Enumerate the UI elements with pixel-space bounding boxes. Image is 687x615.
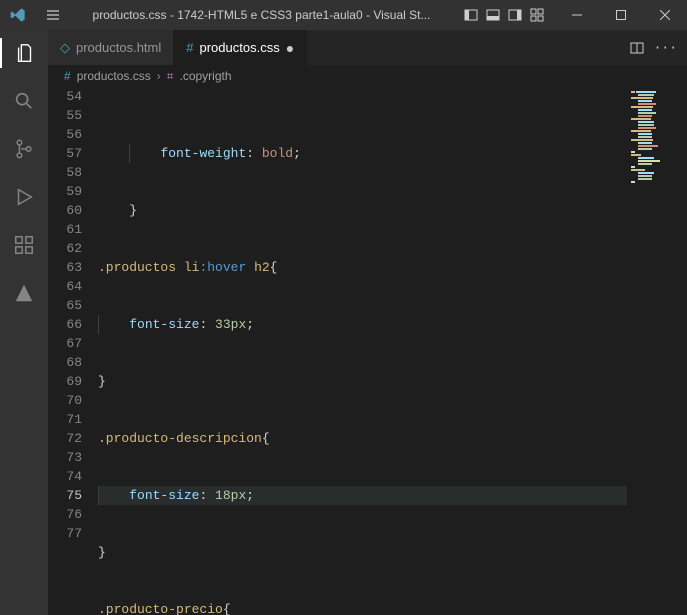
activity-bar — [0, 30, 48, 615]
toggle-panel-icon[interactable] — [483, 5, 503, 25]
line-number-gutter: 5455565758596061626364656667686970717273… — [48, 87, 98, 615]
code-editor[interactable]: font-weight: bold; } .productos li:hover… — [98, 87, 627, 615]
run-debug-icon[interactable] — [0, 182, 48, 212]
azure-icon[interactable] — [0, 278, 48, 308]
minimap[interactable] — [627, 87, 687, 615]
tab-productos-css[interactable]: # productos.css ● — [174, 30, 307, 65]
search-icon[interactable] — [0, 86, 48, 116]
split-editor-icon[interactable] — [630, 41, 644, 55]
minimize-button[interactable] — [555, 0, 599, 30]
customize-layout-icon[interactable] — [527, 5, 547, 25]
breadcrumb-file: productos.css — [77, 69, 151, 83]
tab-actions: ··· — [620, 30, 687, 65]
titlebar: productos.css - 1742-HTML5 e CSS3 parte1… — [0, 0, 687, 30]
breadcrumb[interactable]: # productos.css › ⌗ .copyrigth — [48, 65, 687, 87]
css-file-icon: # — [64, 69, 71, 83]
explorer-icon[interactable] — [0, 38, 48, 68]
tab-dirty-close-icon[interactable]: ● — [286, 40, 294, 56]
tab-productos-html[interactable]: ◇ productos.html — [48, 30, 174, 65]
window-controls — [555, 0, 687, 30]
extensions-icon[interactable] — [0, 230, 48, 260]
css-file-icon: # — [186, 40, 193, 55]
maximize-button[interactable] — [599, 0, 643, 30]
breadcrumb-symbol: .copyrigth — [180, 69, 232, 83]
window-title: productos.css - 1742-HTML5 e CSS3 parte1… — [70, 8, 453, 22]
layout-controls — [453, 5, 555, 25]
chevron-right-icon: › — [157, 69, 161, 83]
source-control-icon[interactable] — [0, 134, 48, 164]
toggle-secondary-icon[interactable] — [505, 5, 525, 25]
menu-button[interactable] — [35, 7, 70, 23]
symbol-icon: ⌗ — [167, 69, 174, 84]
tab-label: productos.html — [76, 40, 161, 55]
html-file-icon: ◇ — [60, 40, 70, 56]
more-actions-icon[interactable]: ··· — [654, 40, 677, 55]
close-button[interactable] — [643, 0, 687, 30]
vscode-logo-icon — [0, 7, 35, 23]
toggle-sidebar-icon[interactable] — [461, 5, 481, 25]
tab-label: productos.css — [200, 40, 280, 55]
tab-bar: ◇ productos.html # productos.css ● ··· — [48, 30, 687, 65]
